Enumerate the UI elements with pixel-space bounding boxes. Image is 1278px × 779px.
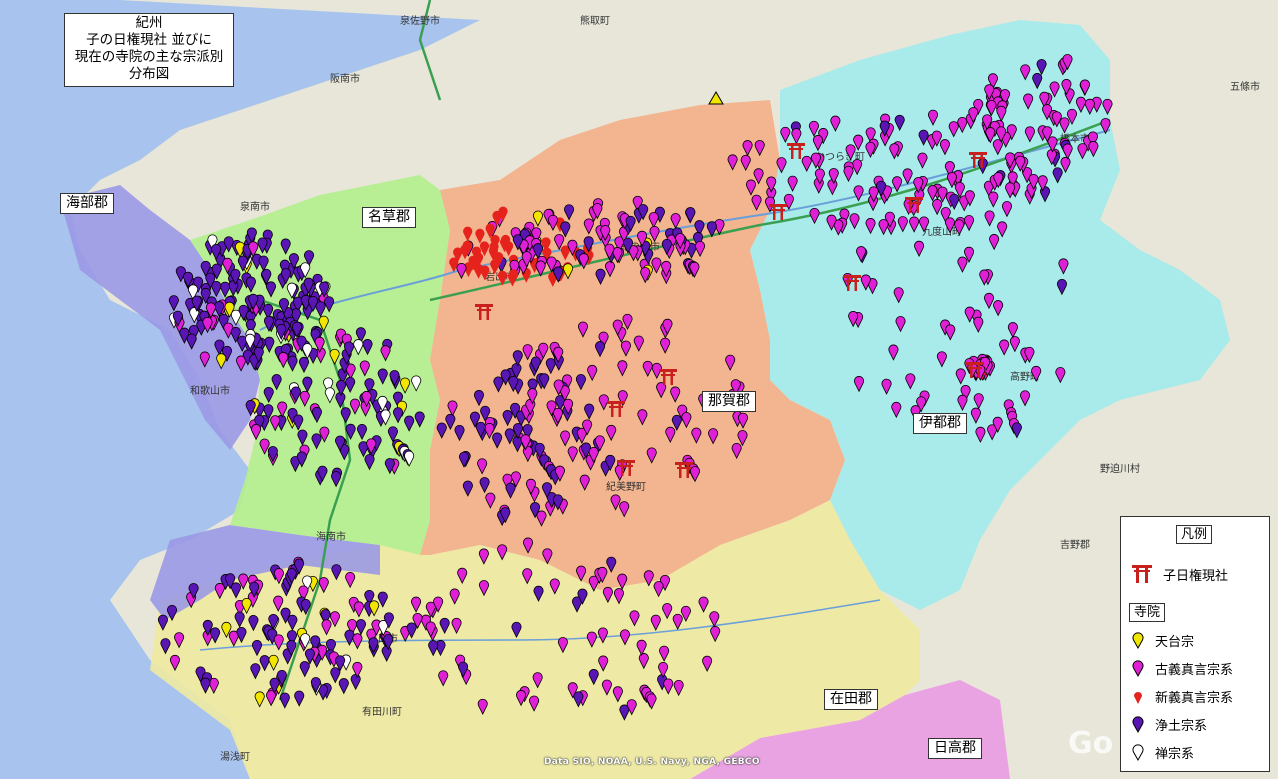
label-izumisano: 泉佐野市 [400, 14, 440, 27]
district-label-naga: 那賀郡 [702, 391, 756, 412]
legend-zen: 禅宗系 [1131, 741, 1194, 763]
legend-zen-label: 禅宗系 [1155, 746, 1195, 762]
label-wakayama: 和歌山市 [190, 384, 230, 397]
pin-yellow-icon [1132, 632, 1144, 649]
label-nosegawa: 野迫川村 [1100, 462, 1140, 475]
legend-tendai: 天台宗 [1131, 629, 1194, 651]
legend-shrine-label: 子日権現社 [1163, 568, 1229, 584]
label-yuasa: 湯浅町 [220, 750, 250, 763]
legend-shrine: 子日権現社 [1131, 563, 1228, 585]
map-title-box: 紀州 子の日権現社 並びに 現在の寺院の主な宗派別 分布図 [64, 13, 234, 87]
district-label-hidaka: 日高郡 [928, 738, 982, 759]
label-hannan: 阪南市 [330, 72, 360, 85]
label-yoshino: 吉野郡 [1060, 539, 1090, 551]
pin-magenta-icon [1132, 660, 1144, 677]
legend-jodo-label: 浄土宗系 [1155, 718, 1208, 734]
label-aridagawa: 有田川町 [362, 705, 402, 718]
google-watermark: Go [1068, 726, 1114, 761]
district-label-nagusa: 名草郡 [362, 207, 416, 228]
label-kimino: 紀美野町 [606, 480, 646, 493]
legend-shingi: 新義真言宗系 [1131, 685, 1233, 707]
label-kumatori: 熊取町 [580, 14, 610, 27]
district-label-ama: 海部郡 [60, 193, 114, 214]
pin-red-icon [1134, 692, 1142, 704]
district-label-ito: 伊都郡 [913, 413, 967, 434]
legend-tendai-label: 天台宗 [1155, 634, 1195, 650]
district-label-arida: 在田郡 [824, 689, 878, 710]
legend-title: 凡例 [1176, 525, 1213, 544]
title-line-4: 分布図 [128, 66, 170, 82]
pin-white-icon [1132, 744, 1144, 761]
title-line-1: 紀州 [135, 15, 163, 31]
legend-temple-header: 寺院 [1129, 603, 1166, 622]
map-canvas[interactable]: 泉佐野市 熊取町 阪南市 泉南市 和歌山市 海南市 有田市 有田川町 岩出市 紀… [0, 0, 1278, 779]
legend-shingi-label: 新義真言宗系 [1155, 690, 1234, 706]
map-attribution: Data SIO, NOAA, U.S. Navy, NGA, GEBCO [544, 757, 760, 767]
label-sennan: 泉南市 [240, 200, 270, 213]
torii-icon [1132, 565, 1152, 583]
legend-kogi-label: 古義真言宗系 [1155, 662, 1234, 678]
label-gojo: 五條市 [1230, 80, 1260, 93]
pin-purple-icon [1132, 716, 1144, 733]
legend-jodo: 浄土宗系 [1131, 713, 1207, 735]
legend: 凡例 子日権現社 寺院 天台宗 古義真言宗系 新義真言宗系 浄土宗系 禅宗系 [1120, 516, 1270, 772]
title-line-2: 子の日権現社 並びに [86, 32, 212, 48]
label-kainan: 海南市 [316, 530, 346, 543]
legend-kogi: 古義真言宗系 [1131, 657, 1233, 679]
title-line-3: 現在の寺院の主な宗派別 [74, 49, 224, 65]
